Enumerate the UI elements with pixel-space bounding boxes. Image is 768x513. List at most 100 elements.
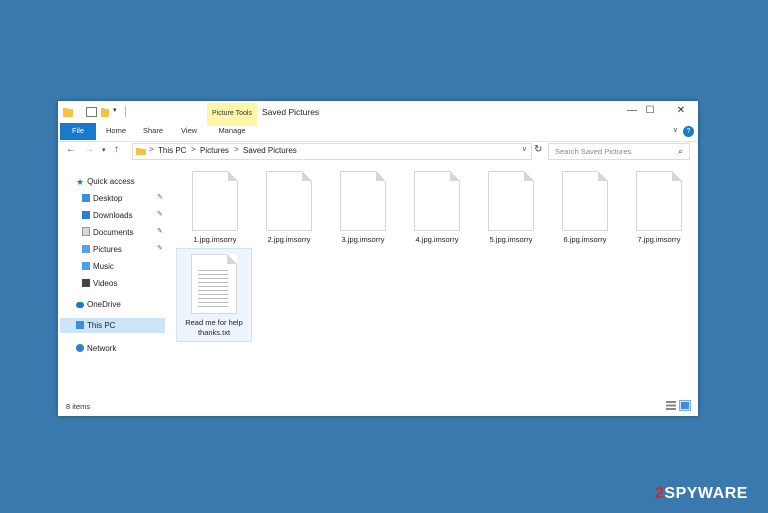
file-item[interactable]: 5.jpg.imsorry: [476, 171, 546, 244]
blank-file-icon: [562, 171, 608, 231]
file-explorer-window: ▾ Picture Tools Saved Pictures — ☐ ✕ Fil…: [58, 101, 698, 416]
search-placeholder: Search Saved Pictures: [555, 147, 632, 156]
file-item[interactable]: 3.jpg.imsorry: [328, 171, 398, 244]
star-icon: ★: [76, 177, 85, 187]
nav-label: Documents: [93, 228, 134, 237]
nav-music[interactable]: Music: [82, 259, 114, 274]
breadcrumb-pictures[interactable]: Pictures: [200, 146, 229, 155]
nav-network[interactable]: Network: [76, 341, 116, 356]
breadcrumb-separator: >: [191, 145, 196, 154]
pin-icon[interactable]: ✎: [157, 210, 163, 218]
nav-this-pc[interactable]: This PC: [60, 318, 165, 333]
tab-view[interactable]: View: [173, 123, 205, 140]
quick-access-dropdown-icon[interactable]: ▾: [113, 106, 117, 117]
toolbar-divider: [125, 106, 126, 117]
file-name: 4.jpg.imsorry: [415, 235, 459, 244]
downloads-icon: [82, 211, 90, 219]
nav-label: Pictures: [93, 245, 122, 254]
tab-manage[interactable]: Manage: [213, 123, 251, 140]
file-name: Read me for help thanks.txt: [185, 318, 243, 337]
tab-home[interactable]: Home: [100, 123, 132, 140]
maximize-button[interactable]: ☐: [641, 104, 659, 118]
desktop-icon: [82, 194, 90, 202]
computer-icon: [76, 321, 84, 329]
chevron-down-icon[interactable]: ∨: [522, 145, 527, 153]
forward-arrow-icon[interactable]: →: [84, 144, 94, 155]
nav-label: Network: [87, 344, 117, 353]
recent-locations-icon[interactable]: ▾: [102, 146, 106, 154]
tab-share[interactable]: Share: [137, 123, 169, 140]
expand-ribbon-icon[interactable]: ∨: [673, 126, 678, 134]
file-name: 5.jpg.imsorry: [489, 235, 533, 244]
file-name: 7.jpg.imsorry: [637, 235, 681, 244]
file-name: 3.jpg.imsorry: [341, 235, 385, 244]
nav-label: Quick access: [87, 177, 135, 186]
folder-icon: [63, 108, 73, 117]
nav-desktop[interactable]: Desktop: [82, 191, 168, 206]
watermark-text: SPYWARE: [664, 485, 748, 502]
cloud-icon: [76, 302, 84, 308]
search-icon[interactable]: ⌕: [678, 146, 683, 157]
watermark-prefix: 2: [655, 485, 665, 502]
nav-documents[interactable]: Documents: [82, 225, 133, 240]
blank-file-icon: [414, 171, 460, 231]
breadcrumb-this-pc[interactable]: This PC: [158, 146, 186, 155]
breadcrumb-separator: >: [149, 145, 154, 154]
file-name: 2.jpg.imsorry: [267, 235, 311, 244]
music-icon: [82, 262, 90, 270]
network-icon: [76, 344, 84, 352]
file-item[interactable]: 6.jpg.imsorry: [550, 171, 620, 244]
file-item-selected[interactable]: Read me for help thanks.txt: [176, 248, 252, 342]
nav-quick-access[interactable]: ★ Quick access: [76, 174, 135, 189]
folder-icon: [136, 148, 146, 155]
minimize-button[interactable]: —: [623, 104, 641, 118]
nav-pictures[interactable]: Pictures: [82, 242, 122, 257]
pin-icon[interactable]: ✎: [157, 227, 163, 235]
nav-label: Videos: [93, 279, 118, 288]
search-box[interactable]: Search Saved Pictures ⌕: [548, 143, 690, 160]
nav-downloads[interactable]: Downloads: [82, 208, 133, 223]
back-arrow-icon[interactable]: ←: [66, 144, 76, 155]
details-view-icon[interactable]: [666, 401, 676, 410]
text-lines: [198, 267, 228, 307]
large-icons-view-icon[interactable]: [679, 400, 691, 411]
nav-label: This PC: [87, 321, 116, 330]
file-item[interactable]: 4.jpg.imsorry: [402, 171, 472, 244]
nav-videos[interactable]: Videos: [82, 276, 117, 291]
up-arrow-icon[interactable]: ↑: [114, 144, 119, 155]
blank-file-icon: [266, 171, 312, 231]
documents-icon: [82, 227, 90, 236]
nav-label: Downloads: [93, 211, 133, 220]
file-item[interactable]: 7.jpg.imsorry: [624, 171, 694, 244]
new-folder-icon[interactable]: [101, 106, 109, 117]
pin-icon[interactable]: ✎: [157, 244, 163, 252]
file-name: 6.jpg.imsorry: [563, 235, 607, 244]
title-bar: ▾ Picture Tools Saved Pictures — ☐ ✕: [58, 101, 698, 126]
pin-icon[interactable]: ✎: [157, 193, 163, 201]
file-name: 1.jpg.imsorry: [193, 235, 237, 244]
nav-label: Music: [93, 262, 114, 271]
file-item[interactable]: 1.jpg.imsorry: [180, 171, 250, 244]
videos-icon: [82, 279, 90, 287]
file-item[interactable]: 2.jpg.imsorry: [254, 171, 324, 244]
tab-file[interactable]: File: [60, 123, 96, 140]
text-file-icon: [191, 254, 237, 314]
ribbon-tabs: File Home Share View Manage ∨ ?: [58, 123, 698, 142]
blank-file-icon: [192, 171, 238, 231]
blank-file-icon: [488, 171, 534, 231]
nav-onedrive[interactable]: OneDrive: [76, 297, 121, 312]
file-list: 1.jpg.imsorry 2.jpg.imsorry 3.jpg.imsorr…: [170, 169, 698, 399]
breadcrumb-separator: >: [234, 145, 239, 154]
refresh-icon[interactable]: ↻: [534, 144, 542, 155]
window-title: Saved Pictures: [262, 107, 320, 117]
item-count: 8 items: [66, 402, 91, 411]
watermark-logo: 2SPYWARE: [655, 485, 748, 503]
properties-icon[interactable]: [86, 107, 97, 117]
help-icon[interactable]: ?: [683, 126, 694, 137]
address-bar[interactable]: > This PC > Pictures > Saved Pictures ∨: [132, 143, 532, 160]
nav-label: OneDrive: [87, 300, 121, 309]
address-bar-row: ← → ▾ ↑ > This PC > Pictures > Saved Pic…: [58, 141, 698, 161]
close-button[interactable]: ✕: [672, 104, 690, 118]
breadcrumb-saved-pictures[interactable]: Saved Pictures: [243, 146, 297, 155]
pictures-icon: [82, 245, 90, 253]
